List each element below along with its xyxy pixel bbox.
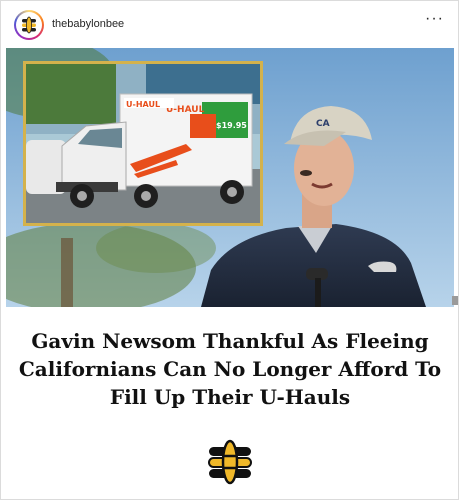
babylon-bee-logo-icon	[208, 439, 252, 485]
username-link[interactable]: thebabylonbee	[52, 18, 124, 30]
instagram-post: thebabylonbee ··· CA U-HAUL $19.95 U-HAU…	[0, 0, 459, 500]
uhaul-truck-image: U-HAUL $19.95 U-HAUL	[26, 64, 260, 223]
truck-brand-cab: U-HAUL	[126, 100, 160, 109]
scroll-indicator	[452, 296, 458, 305]
post-image[interactable]: CA U-HAUL $19.95 U-HAUL	[6, 48, 454, 307]
more-options-icon[interactable]: ···	[425, 10, 444, 28]
babylon-bee-logo-icon	[22, 16, 36, 34]
post-header: thebabylonbee ···	[1, 1, 458, 48]
uhaul-inset-photo: U-HAUL $19.95 U-HAUL	[23, 61, 263, 226]
truck-price-text: $19.95	[216, 121, 247, 130]
profile-avatar[interactable]	[14, 10, 44, 40]
post-headline: Gavin Newsom Thankful As Fleeing Califor…	[18, 329, 442, 409]
headline-card: Gavin Newsom Thankful As Fleeing Califor…	[6, 307, 454, 499]
cap-logo-text: CA	[316, 119, 330, 129]
